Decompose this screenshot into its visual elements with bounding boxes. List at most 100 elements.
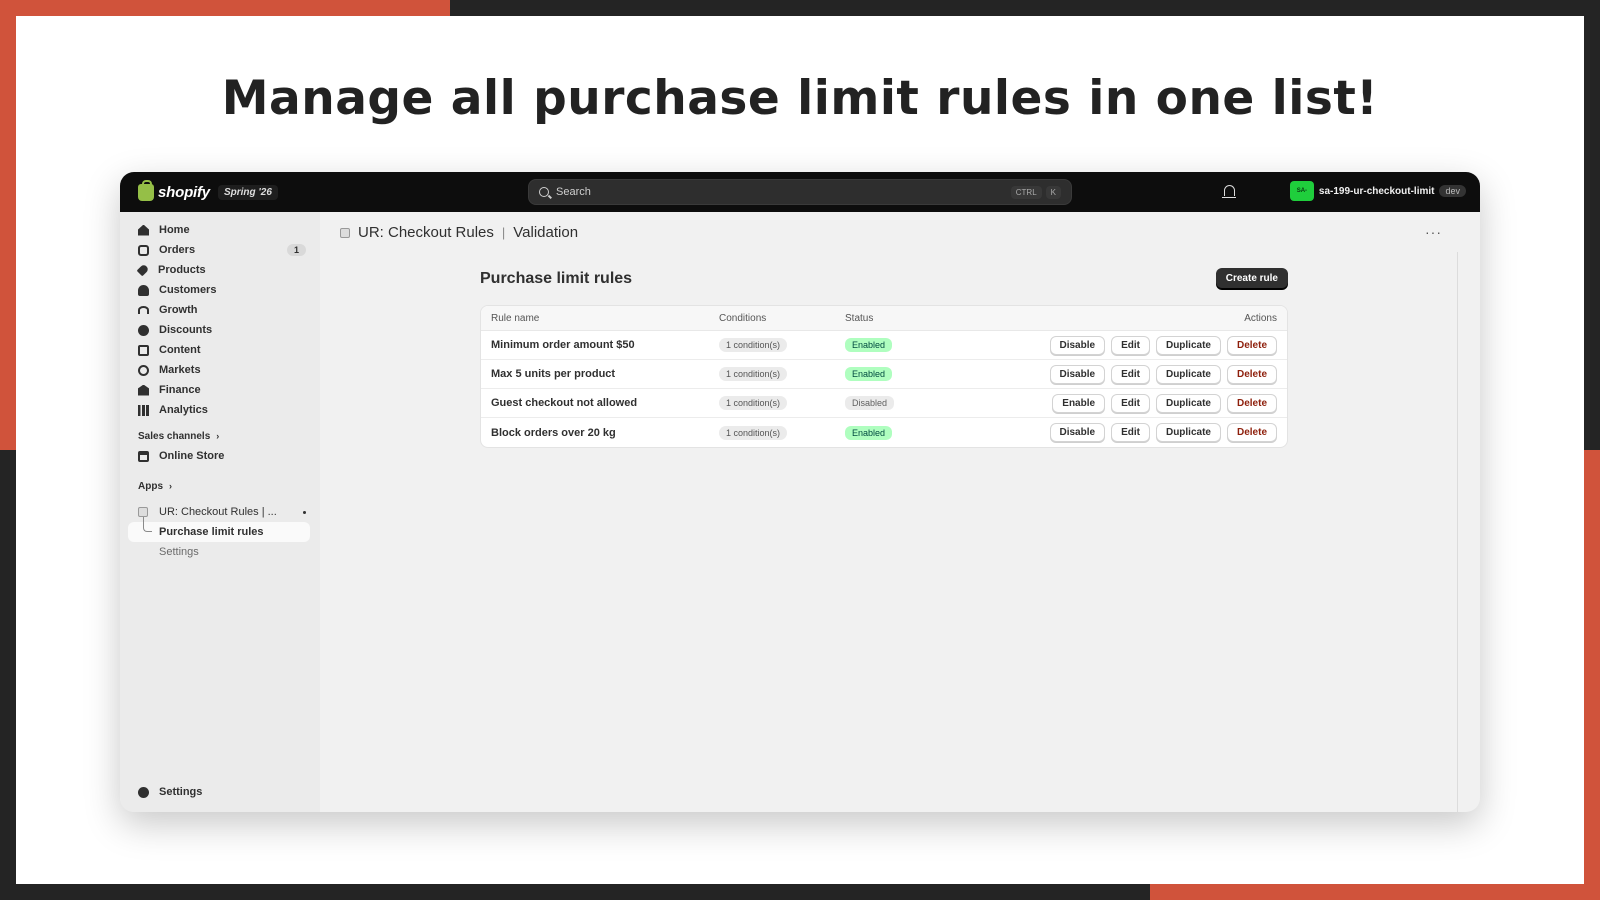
bar-chart-icon — [138, 404, 149, 416]
toggle-rule-button[interactable]: Disable — [1049, 335, 1106, 355]
search-bar[interactable]: Search CTRL K — [528, 179, 1072, 205]
rule-name: Minimum order amount $50 — [491, 339, 635, 351]
app-icon — [340, 227, 350, 238]
shopify-logo[interactable]: shopify Spring '26 — [138, 179, 278, 201]
column-header: Status — [845, 312, 874, 324]
edit-button[interactable]: Edit — [1111, 423, 1150, 442]
app-title-bar: UR: Checkout Rules | Validation — [340, 224, 578, 241]
page-title: Purchase limit rules — [480, 269, 633, 287]
bank-icon — [138, 384, 149, 396]
duplicate-button[interactable]: Duplicate — [1155, 335, 1221, 355]
sidebar-item-label: Orders — [159, 244, 196, 256]
sidebar-item-content[interactable]: Content — [120, 340, 320, 360]
chevron-right-icon: › — [169, 481, 172, 491]
gauge-icon — [138, 306, 149, 314]
toggle-rule-button[interactable]: Disable — [1049, 364, 1106, 384]
sidebar-subitem-settings[interactable]: Settings — [128, 542, 310, 562]
sidebar-item-label: Products — [158, 264, 206, 276]
duplicate-button[interactable]: Duplicate — [1155, 364, 1221, 384]
sidebar: Home Orders 1 Products Customers Growth D… — [120, 212, 320, 812]
person-icon — [138, 284, 149, 296]
more-actions-icon[interactable]: ··· — [1425, 224, 1442, 240]
rule-name: Max 5 units per product — [491, 368, 616, 380]
edition-badge: Spring '26 — [217, 184, 278, 200]
discount-icon — [138, 324, 149, 336]
sidebar-subitem-purchase-limit-rules[interactable]: Purchase limit rules — [128, 517, 310, 542]
shortcut-key-ctrl: CTRL — [1010, 185, 1042, 199]
sidebar-item-label: Customers — [159, 284, 217, 296]
sidebar-item-analytics[interactable]: Analytics — [120, 400, 320, 420]
sidebar-item-label: Home — [159, 224, 190, 236]
table-row: Guest checkout not allowed 1 condition(s… — [481, 389, 1287, 418]
apps-heading[interactable]: Apps › — [120, 476, 320, 496]
rule-name: Guest checkout not allowed — [491, 397, 638, 409]
duplicate-button[interactable]: Duplicate — [1155, 393, 1221, 413]
shopping-bag-icon — [138, 179, 154, 201]
table-row: Minimum order amount $50 1 condition(s) … — [481, 331, 1287, 360]
store-icon — [138, 450, 149, 462]
sales-channels-heading[interactable]: Sales channels › — [120, 426, 320, 446]
toggle-rule-button[interactable]: Disable — [1049, 423, 1106, 442]
app-subtitle: Validation — [513, 224, 579, 241]
sidebar-item-label: Growth — [159, 304, 198, 316]
orders-icon — [138, 244, 149, 256]
delete-button[interactable]: Delete — [1226, 335, 1277, 355]
table-row: Max 5 units per product 1 condition(s) E… — [481, 360, 1287, 389]
status-badge: Enabled — [845, 425, 893, 440]
sidebar-item-markets[interactable]: Markets — [120, 360, 320, 380]
rules-page: Purchase limit rules Create rule Rule na… — [480, 268, 1288, 448]
sidebar-item-settings[interactable]: Settings — [120, 782, 216, 802]
status-badge: Disabled — [845, 396, 895, 410]
sidebar-item-home[interactable]: Home — [120, 220, 320, 240]
column-header: Conditions — [719, 312, 767, 324]
store-avatar: SA- — [1289, 181, 1314, 201]
rule-name: Block orders over 20 kg — [491, 426, 616, 439]
store-switcher[interactable]: SA- sa-199-ur-checkout-limit dev — [1289, 181, 1466, 201]
delete-button[interactable]: Delete — [1226, 364, 1277, 384]
app-title: UR: Checkout Rules — [358, 224, 494, 241]
search-placeholder: Search — [556, 186, 591, 198]
keyboard-shortcut: CTRL K — [1010, 185, 1061, 199]
sidebar-item-label: Discounts — [159, 324, 213, 336]
sidebar-item-growth[interactable]: Growth — [120, 300, 320, 320]
row-actions: Enable Edit Duplicate Delete — [995, 393, 1277, 413]
tag-icon — [136, 263, 150, 277]
app-label: UR: Checkout Rules | ... — [159, 506, 277, 518]
home-icon — [138, 224, 149, 236]
sidebar-item-orders[interactable]: Orders 1 — [120, 240, 320, 260]
status-badge: Enabled — [845, 367, 893, 381]
delete-button[interactable]: Delete — [1226, 393, 1277, 413]
bell-icon[interactable] — [1222, 185, 1236, 198]
app-icon — [138, 507, 148, 517]
main-content: UR: Checkout Rules | Validation ··· Purc… — [320, 212, 1480, 812]
toggle-rule-button[interactable]: Enable — [1052, 393, 1106, 413]
store-name: sa-199-ur-checkout-limit — [1318, 185, 1435, 197]
sidebar-item-label: Settings — [159, 786, 203, 798]
page-header: Purchase limit rules Create rule — [480, 268, 1288, 289]
delete-button[interactable]: Delete — [1226, 423, 1277, 442]
edit-button[interactable]: Edit — [1111, 364, 1150, 384]
section-label: Sales channels — [138, 430, 211, 442]
edit-button[interactable]: Edit — [1111, 393, 1150, 413]
sidebar-item-discounts[interactable]: Discounts — [120, 320, 320, 340]
title-separator: | — [501, 225, 506, 240]
top-bar: shopify Spring '26 Search CTRL K SA- sa-… — [120, 172, 1480, 212]
column-header: Actions — [1244, 312, 1277, 324]
sidebar-item-label: Content — [159, 344, 201, 356]
section-label: Apps — [138, 480, 163, 492]
create-rule-button[interactable]: Create rule — [1215, 268, 1288, 289]
sidebar-item-online-store[interactable]: Online Store — [120, 446, 320, 466]
edit-button[interactable]: Edit — [1111, 335, 1150, 355]
content-icon — [138, 344, 149, 356]
app-menu-dot-icon[interactable] — [303, 510, 306, 514]
conditions-badge: 1 condition(s) — [719, 396, 788, 410]
duplicate-button[interactable]: Duplicate — [1155, 423, 1221, 442]
status-badge: Enabled — [845, 338, 893, 352]
sidebar-item-customers[interactable]: Customers — [120, 280, 320, 300]
sidebar-item-label: Analytics — [159, 404, 208, 416]
sidebar-item-products[interactable]: Products — [120, 260, 320, 280]
sidebar-item-finance[interactable]: Finance — [120, 380, 320, 400]
globe-icon — [138, 364, 149, 376]
logo-text: shopify — [158, 183, 210, 201]
sidebar-item-label: Markets — [159, 364, 201, 376]
